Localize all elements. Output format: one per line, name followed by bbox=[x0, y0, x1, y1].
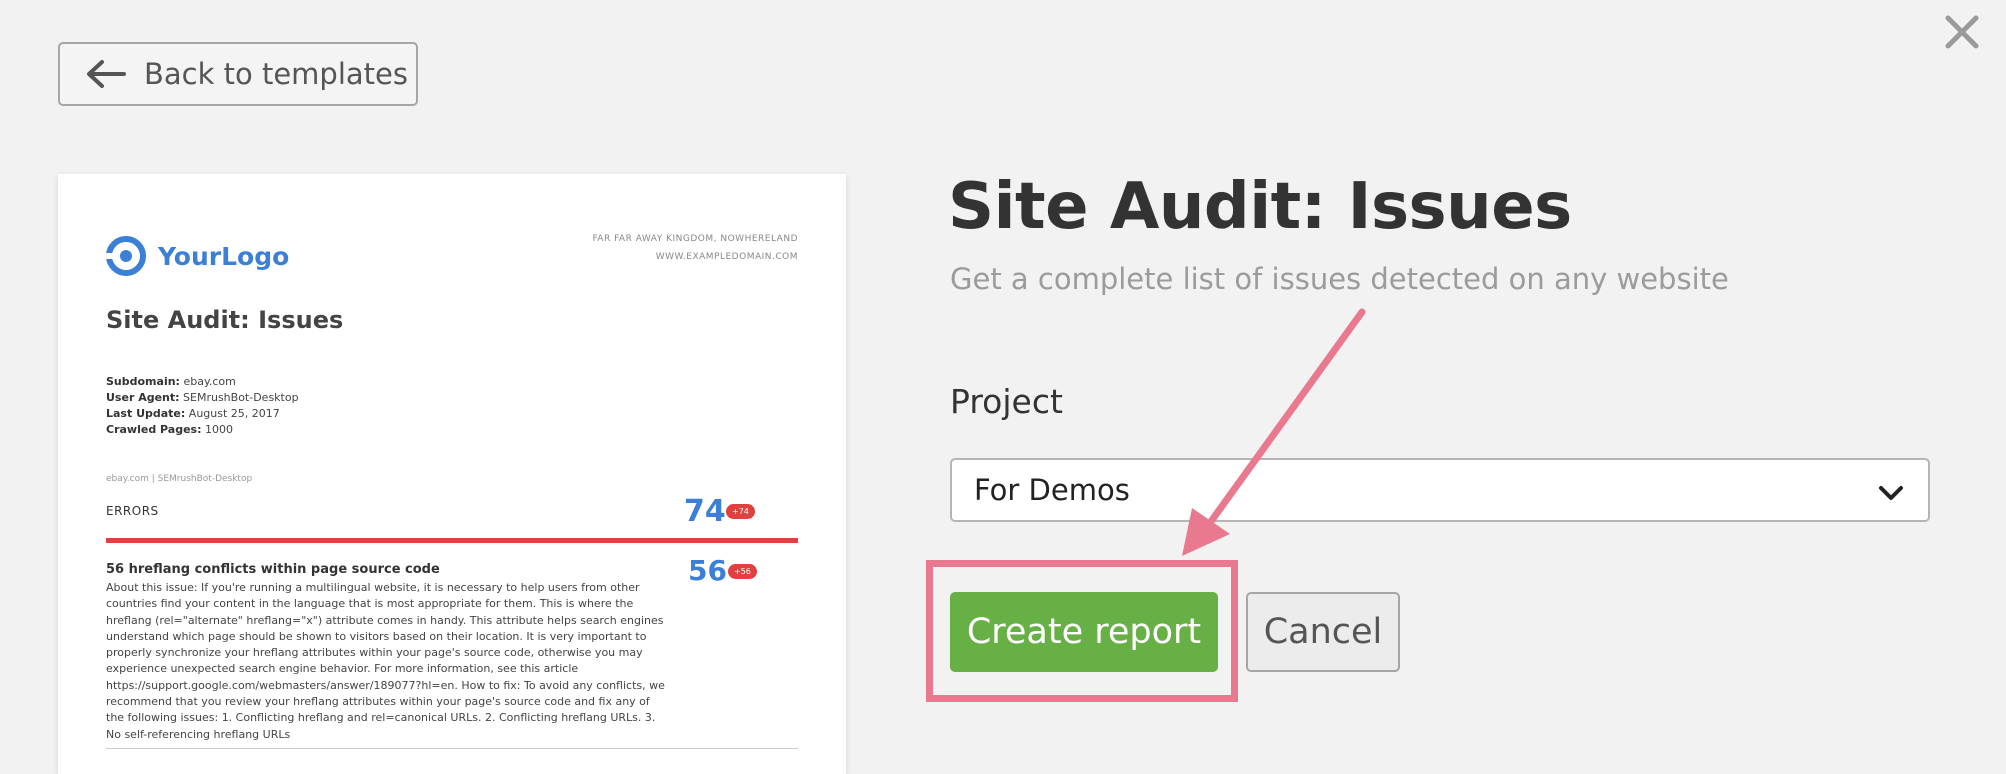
preview-logo: YourLogo bbox=[106, 236, 289, 276]
preview-errors-badge: +74 bbox=[726, 504, 755, 519]
preview-title: Site Audit: Issues bbox=[106, 306, 344, 334]
preview-address: FAR FAR AWAY KINGDOM, NOWHERELAND WWW.EX… bbox=[592, 234, 798, 262]
preview-source-line: ebay.com | SEMrushBot-Desktop bbox=[106, 474, 253, 484]
preview-issue-count: 56 bbox=[688, 554, 727, 587]
create-report-button[interactable]: Create report bbox=[950, 592, 1218, 672]
preview-errors-count: 74 bbox=[684, 494, 726, 529]
preview-errors-label: ERRORS bbox=[106, 504, 159, 518]
logo-text: YourLogo bbox=[158, 241, 290, 271]
page-title: Site Audit: Issues bbox=[948, 170, 1572, 244]
preview-issue-body: About this issue: If you're running a mu… bbox=[106, 581, 665, 741]
arrow-left-icon bbox=[84, 58, 128, 90]
close-icon bbox=[1945, 15, 1979, 49]
project-select[interactable]: For Demos bbox=[950, 458, 1930, 522]
close-button[interactable] bbox=[1940, 10, 1984, 54]
preview-bottom-divider bbox=[106, 748, 798, 749]
page-subtitle: Get a complete list of issues detected o… bbox=[950, 262, 1729, 296]
preview-issue-badge: +56 bbox=[728, 564, 757, 579]
back-button-label: Back to templates bbox=[144, 57, 408, 91]
chevron-down-icon bbox=[1879, 486, 1903, 500]
project-label: Project bbox=[950, 382, 1063, 421]
project-select-value: For Demos bbox=[974, 473, 1130, 507]
preview-divider bbox=[106, 538, 798, 543]
cancel-button[interactable]: Cancel bbox=[1246, 592, 1400, 672]
back-to-templates-button[interactable]: Back to templates bbox=[58, 42, 418, 106]
preview-meta: Subdomain: ebay.com User Agent: SEMrushB… bbox=[106, 375, 299, 436]
template-preview: YourLogo FAR FAR AWAY KINGDOM, NOWHERELA… bbox=[58, 174, 846, 774]
logo-icon bbox=[106, 236, 146, 276]
preview-issue-title: 56 hreflang conflicts within page source… bbox=[106, 562, 440, 577]
